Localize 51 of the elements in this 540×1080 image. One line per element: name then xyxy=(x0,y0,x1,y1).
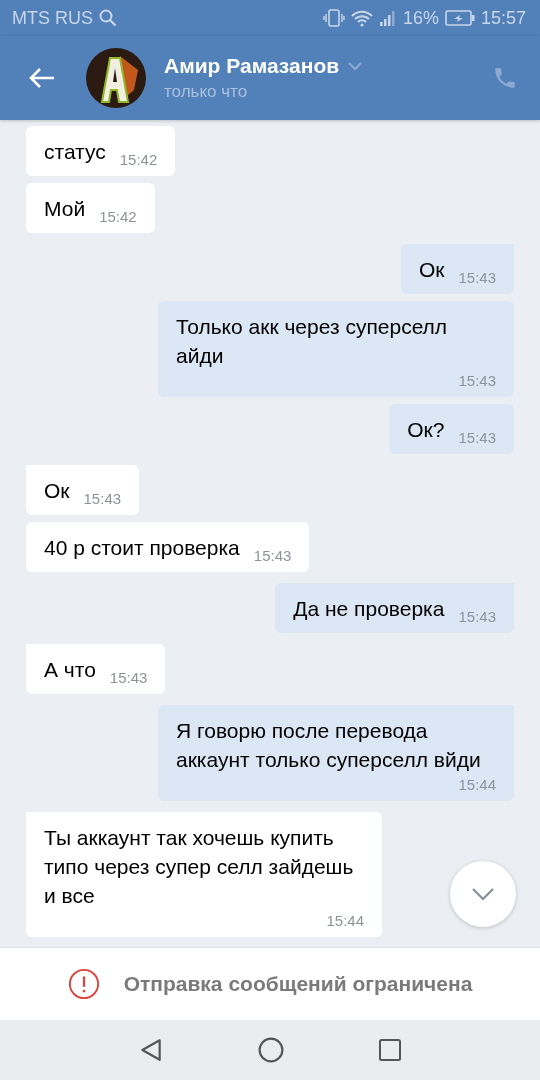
message-time: 15:43 xyxy=(109,669,148,686)
contact-name[interactable]: Амир Рамазанов xyxy=(164,54,340,78)
message-time: 15:43 xyxy=(83,490,122,507)
message-text: Ок? xyxy=(407,417,445,443)
message-bubble[interactable]: Только акк через суперселл айди 15:43 xyxy=(158,301,514,397)
message-text: Ты аккаунт так хочешь купить типо через супер селл зайдешь и все xyxy=(44,825,355,909)
recents-icon[interactable] xyxy=(378,1038,402,1062)
message-text: Ок xyxy=(418,257,445,283)
chevron-down-icon xyxy=(471,887,495,901)
message-time: 15:43 xyxy=(458,608,496,625)
message-time: 15:42 xyxy=(99,208,137,225)
message-bubble[interactable]: Ты аккаунт так хочешь купить типо через супер селл зайдешь и все 15:44 xyxy=(26,812,382,937)
restriction-notice: Отправка сообщений ограничена xyxy=(123,972,473,996)
battery-percent: 16% xyxy=(402,7,439,29)
message-time: 15:42 xyxy=(119,151,158,168)
back-icon[interactable] xyxy=(138,1037,164,1063)
message-text: Ок xyxy=(44,478,70,504)
last-seen-status: только что xyxy=(164,82,249,102)
message-text: Я говорю после перевода аккаунт только суперселл вйди xyxy=(176,718,482,773)
message-text: Мой xyxy=(44,196,86,222)
message-text: статус xyxy=(44,139,106,165)
warning-icon xyxy=(67,968,100,1000)
message-bubble[interactable]: Ок 15:43 xyxy=(26,465,140,515)
message-time: 15:44 xyxy=(458,776,496,793)
message-time: 15:44 xyxy=(326,912,364,929)
wifi-icon xyxy=(350,9,373,27)
message-time: 15:43 xyxy=(458,429,496,446)
message-text: Да не проверка xyxy=(293,596,445,622)
carrier-name: MTS RUS xyxy=(12,7,93,29)
signal-icon xyxy=(378,9,397,27)
message-bubble[interactable]: Ок? 15:43 xyxy=(389,404,514,454)
message-bubble[interactable]: Ок 15:43 xyxy=(400,244,514,294)
message-text: А что xyxy=(44,657,96,683)
back-arrow-icon[interactable] xyxy=(28,66,56,90)
avatar[interactable] xyxy=(86,48,146,108)
message-bubble[interactable]: Да не проверка 15:43 xyxy=(275,583,514,633)
message-time: 15:43 xyxy=(458,269,496,286)
message-bubble[interactable]: 40 р стоит проверка 15:43 xyxy=(26,522,310,572)
clock: 15:57 xyxy=(480,7,526,29)
message-text: Только акк через суперселл айди xyxy=(176,314,449,369)
message-time: 15:43 xyxy=(458,372,496,389)
vibrate-icon xyxy=(322,9,345,27)
message-bubble[interactable]: Мой 15:42 xyxy=(26,183,155,233)
message-time: 15:43 xyxy=(253,547,292,564)
message-bubble[interactable]: Я говорю после перевода аккаунт только суперселл вйди 15:44 xyxy=(158,705,514,801)
message-text: 40 р стоит проверка xyxy=(44,535,240,561)
home-icon[interactable] xyxy=(258,1037,284,1063)
message-bubble[interactable]: А что 15:43 xyxy=(26,644,166,694)
message-bubble[interactable]: статус 15:42 xyxy=(26,126,176,176)
battery-icon xyxy=(444,10,475,26)
search-icon xyxy=(99,9,117,27)
